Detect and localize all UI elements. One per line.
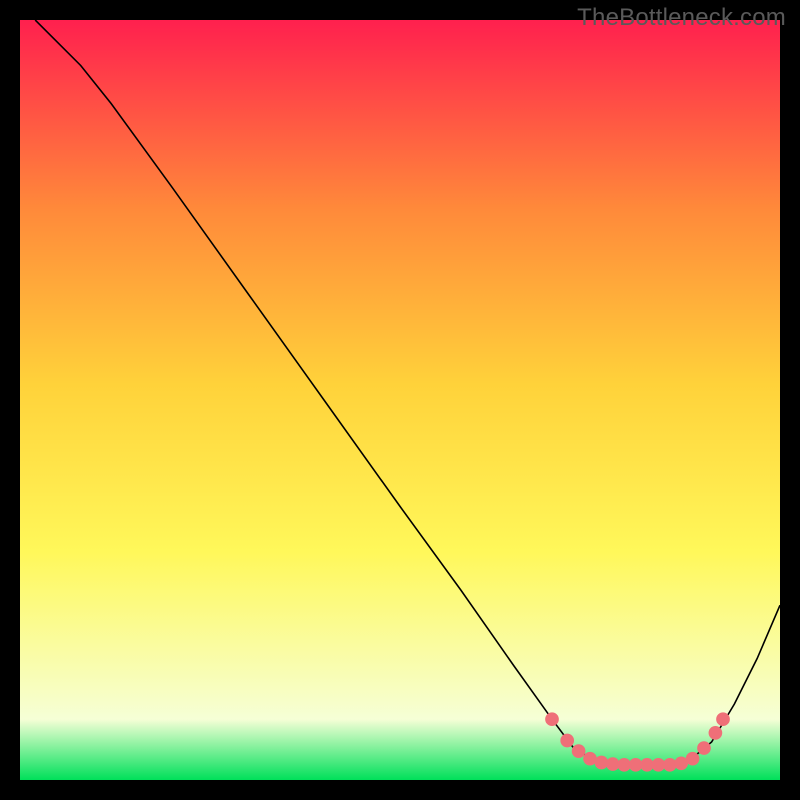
marker-dot — [709, 726, 723, 740]
chart-frame: TheBottleneck.com — [0, 0, 800, 800]
marker-dot — [545, 712, 559, 726]
marker-dot — [716, 712, 730, 726]
watermark-text: TheBottleneck.com — [577, 4, 786, 32]
marker-dot — [572, 744, 586, 758]
marker-dot — [697, 741, 711, 755]
marker-dot — [686, 752, 700, 766]
marker-dot — [560, 734, 574, 748]
chart-plot — [20, 20, 780, 780]
